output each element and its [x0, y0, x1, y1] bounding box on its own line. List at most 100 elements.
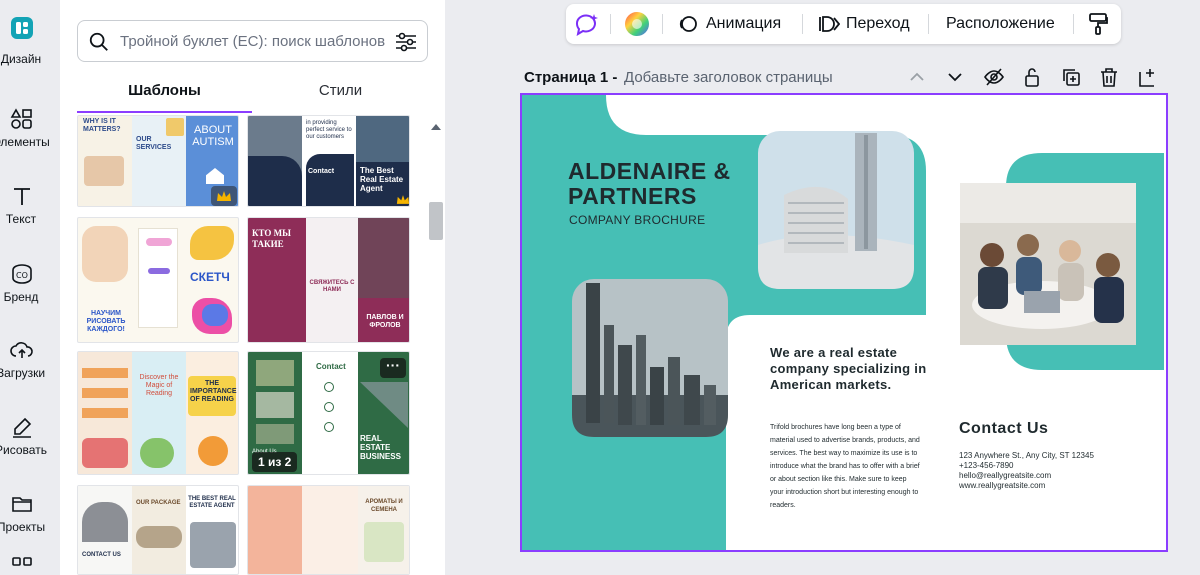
scroll-up-icon[interactable]: [431, 123, 441, 131]
photo-placeholder: [256, 424, 294, 444]
shape-blob: [202, 304, 228, 326]
photo-placeholder: [82, 502, 128, 542]
search-input[interactable]: [120, 29, 390, 53]
template-text: СВЯЖИТЕСЬ С НАМИ: [309, 280, 355, 293]
crown-icon: [396, 195, 409, 204]
duplicate-page-icon[interactable]: [1060, 66, 1082, 88]
projects-icon: [12, 497, 32, 512]
toolbar-divider: [928, 14, 929, 34]
template-title: КТО МЫ ТАКИЕ: [252, 228, 291, 249]
photo-placeholder: [364, 522, 404, 562]
animation-button[interactable]: Анимация: [678, 4, 788, 44]
scrollbar-track[interactable]: [428, 120, 444, 575]
template-card[interactable]: About Us Contact REAL ESTATE BUSINESS 1 …: [247, 351, 410, 475]
template-title: REAL ESTATE BUSINESS: [360, 434, 401, 461]
template-card[interactable]: in providing perfect service to our cust…: [247, 115, 410, 207]
company-subtitle: COMPANY BROCHURE: [569, 213, 706, 227]
toolbar-divider: [610, 14, 611, 34]
company-name-line: ALDENAIRE &: [568, 158, 731, 184]
copy-style-button[interactable]: [1088, 4, 1110, 44]
template-title: THE IMPORTANCE OF READING: [190, 380, 237, 403]
apps-icon: [12, 557, 32, 566]
template-text: Contact: [316, 362, 346, 371]
template-card[interactable]: НАУЧИМ РИСОВАТЬ КАЖДОГО! СКЕТЧ: [77, 217, 239, 343]
page-header: Страница 1 - Добавьте заголовок страницы: [524, 66, 1184, 90]
rail-draw[interactable]: Рисовать: [0, 403, 60, 473]
paint-roller-icon: [1089, 13, 1108, 35]
template-card[interactable]: АРОМАТЫ И СЕМЕНА: [247, 485, 410, 575]
template-text: CONTACT US: [82, 552, 121, 558]
more-options-button[interactable]: ···: [380, 358, 406, 378]
photo-placeholder: [136, 526, 182, 548]
template-text: OUR PACKAGE: [136, 500, 181, 506]
transition-button[interactable]: Переход: [818, 4, 918, 44]
templates-panel: Шаблоны Стили WHY IS IT MATTERS? OUR SER…: [60, 0, 445, 575]
headline: We are a real estate company specializin…: [770, 345, 927, 392]
page-count-badge: 1 из 2: [252, 452, 298, 472]
tab-templates[interactable]: Шаблоны: [77, 75, 252, 113]
crown-icon: [217, 191, 231, 201]
toolbar-divider: [802, 14, 803, 34]
contact-heading: Contact Us: [959, 420, 1049, 437]
position-button[interactable]: Расположение: [946, 4, 1061, 44]
photo-placeholder: [82, 226, 128, 282]
photo-placeholder: [356, 116, 409, 162]
template-card[interactable]: Discover the Magic of Reading THE IMPORT…: [77, 351, 239, 475]
template-card[interactable]: WHY IS IT MATTERS? OUR SERVICES ABOUT AU…: [77, 115, 239, 207]
template-card[interactable]: CONTACT US OUR PACKAGE THE BEST REAL EST…: [77, 485, 239, 575]
premium-badge: [211, 186, 237, 206]
rail-uploads[interactable]: Загрузки: [0, 326, 60, 396]
template-title: АРОМАТЫ И СЕМЕНА: [365, 499, 403, 513]
rail-label: Элементы: [0, 135, 50, 149]
cat-illustration: [198, 436, 228, 466]
template-card[interactable]: КТО МЫ ТАКИЕ СВЯЖИТЕСЬ С НАМИ ПАВЛОВ И Ф…: [247, 217, 410, 343]
rail-label: Текст: [5, 212, 37, 226]
chevron-down-icon[interactable]: [944, 66, 966, 88]
add-page-icon[interactable]: [1136, 66, 1158, 88]
draw-icon: [13, 417, 32, 438]
mail-icon: [324, 402, 334, 412]
animation-label: Анимация: [706, 15, 782, 32]
template-text: Contact: [308, 168, 335, 175]
location-icon: [324, 422, 334, 432]
tab-styles[interactable]: Стили: [253, 75, 428, 113]
rail-projects[interactable]: Проекты: [0, 480, 60, 550]
search-icon: [89, 32, 108, 51]
photo-placeholder: [84, 156, 124, 186]
templates-grid: WHY IS IT MATTERS? OUR SERVICES ABOUT AU…: [77, 115, 427, 575]
magic-edit-button[interactable]: [574, 4, 600, 44]
turtle-illustration: [140, 438, 174, 468]
magic-sparkle-icon: [575, 14, 598, 36]
chevron-up-icon[interactable]: [906, 66, 928, 88]
lock-icon[interactable]: [1021, 66, 1043, 88]
design-canvas[interactable]: ALDENAIRE & PARTNERS COMPANY BROCHURE We…: [520, 93, 1168, 552]
rail-elements[interactable]: Элементы: [0, 95, 60, 165]
search-box[interactable]: [77, 20, 428, 62]
template-title: The Best Real Estate Agent: [360, 166, 404, 193]
elements-icon: [10, 108, 32, 129]
rail-label: Проекты: [0, 520, 46, 534]
contact-website: www.reallygreatsite.com: [959, 481, 1046, 490]
page-title-input[interactable]: Добавьте заголовок страницы: [624, 69, 833, 86]
hide-page-icon[interactable]: [983, 66, 1005, 88]
delete-page-icon[interactable]: [1098, 66, 1120, 88]
rail-design[interactable]: Дизайн: [0, 0, 60, 70]
scrollbar-thumb[interactable]: [429, 202, 443, 240]
photo-placeholder: [358, 218, 409, 298]
shape-blob: [190, 226, 234, 260]
photo-placeholder: [190, 522, 236, 568]
template-title: ABOUT AUTISM: [192, 124, 234, 148]
body-text: Trifold brochures have long been a type …: [770, 424, 920, 509]
page-name: Страница 1 -: [524, 69, 618, 86]
color-wheel-icon: [625, 12, 649, 36]
color-button[interactable]: [624, 4, 650, 44]
rail-text[interactable]: Текст: [0, 172, 60, 242]
filter-icon[interactable]: [393, 29, 419, 55]
svg-text:CO: CO: [16, 271, 28, 280]
animation-icon: [679, 16, 697, 32]
rail-brand[interactable]: CO Бренд: [0, 250, 60, 320]
template-text: OUR SERVICES: [136, 136, 172, 151]
rail-apps[interactable]: [0, 545, 60, 575]
template-text: ПАВЛОВ И ФРОЛОВ: [366, 314, 404, 329]
text-icon: [14, 188, 30, 205]
